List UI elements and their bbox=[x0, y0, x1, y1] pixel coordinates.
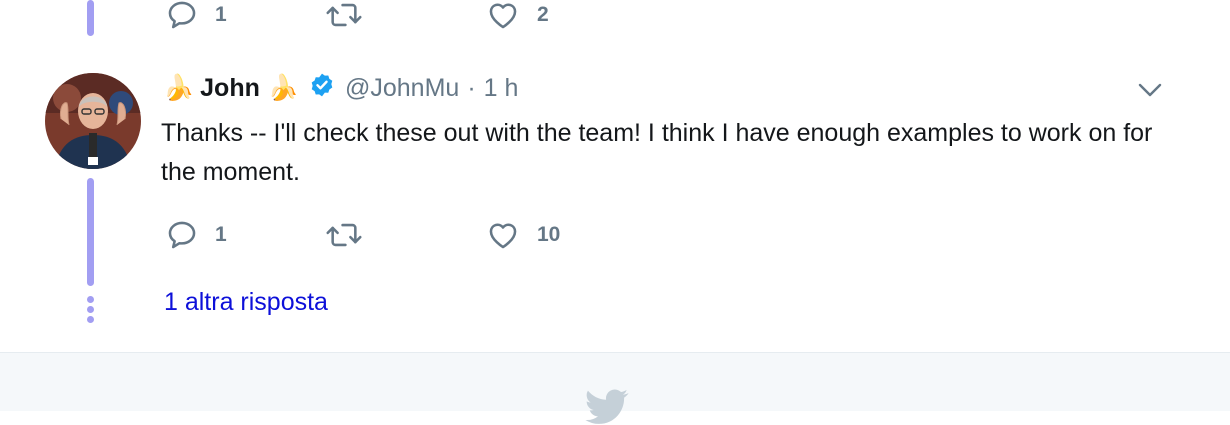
twitter-bird-icon bbox=[585, 389, 629, 424]
thread-line-top bbox=[87, 0, 94, 36]
reply-button[interactable]: 1 bbox=[165, 218, 227, 252]
more-options-button[interactable] bbox=[1137, 80, 1163, 100]
retweet-icon bbox=[326, 3, 362, 27]
like-button[interactable]: 10 bbox=[485, 218, 560, 252]
display-name[interactable]: John bbox=[200, 74, 260, 103]
reply-button[interactable]: 1 bbox=[165, 0, 227, 32]
thread-line-bottom bbox=[87, 178, 94, 286]
reply-count: 1 bbox=[215, 3, 227, 26]
verified-badge-icon bbox=[309, 72, 335, 105]
tweet-text: Thanks -- I'll check these out with the … bbox=[161, 119, 1153, 186]
retweet-icon bbox=[326, 223, 362, 247]
timestamp[interactable]: 1 h bbox=[484, 74, 519, 103]
thread-dot bbox=[87, 306, 94, 313]
reply-icon bbox=[168, 1, 196, 29]
thread-dot bbox=[87, 316, 94, 323]
like-icon bbox=[489, 223, 517, 249]
banana-emoji: 🍌 bbox=[267, 73, 299, 102]
timeline-footer bbox=[0, 352, 1230, 424]
like-button[interactable]: 2 bbox=[485, 0, 549, 32]
avatar[interactable] bbox=[45, 73, 141, 169]
more-replies-link[interactable]: 1 altra risposta bbox=[164, 288, 328, 317]
reply-count: 1 bbox=[215, 223, 227, 246]
separator: · bbox=[467, 73, 476, 102]
retweet-button[interactable] bbox=[325, 0, 379, 32]
reply-icon bbox=[168, 221, 196, 249]
retweet-button[interactable] bbox=[325, 218, 379, 252]
banana-emoji: 🍌 bbox=[163, 73, 195, 102]
thread-dot bbox=[87, 296, 94, 303]
like-icon bbox=[489, 3, 517, 29]
tweet-header: 🍌 John 🍌 @JohnMu · 1 h bbox=[163, 70, 518, 106]
like-count: 2 bbox=[537, 3, 549, 26]
caret-down-icon bbox=[1138, 83, 1162, 97]
like-count: 10 bbox=[537, 223, 561, 246]
user-handle[interactable]: @JohnMu bbox=[345, 74, 459, 103]
